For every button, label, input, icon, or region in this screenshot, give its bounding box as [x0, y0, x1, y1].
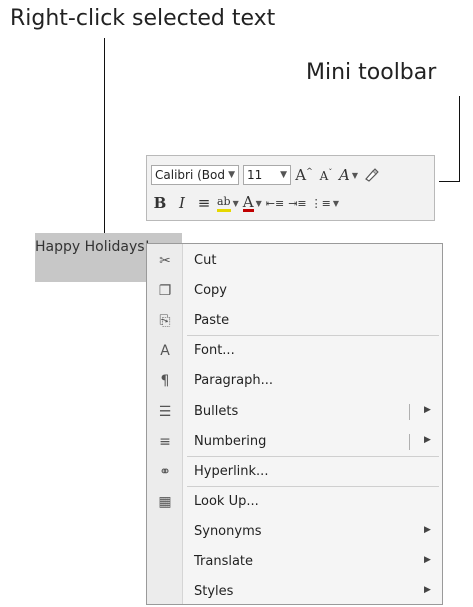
numbering-icon: ≡ — [159, 433, 171, 450]
menu-item-look-up[interactable]: ▦ Look Up... — [147, 487, 442, 517]
menu-item-label: Numbering — [194, 433, 267, 449]
menu-item-label: Styles — [194, 584, 234, 600]
bullets-button[interactable]: ⋮≡ ▼ — [311, 192, 339, 214]
chevron-down-icon[interactable]: ▼ — [277, 166, 290, 184]
menu-item-cut[interactable]: ✂ Cut — [147, 246, 442, 276]
menu-item-label: Translate — [194, 554, 254, 569]
italic-button[interactable]: I — [173, 192, 191, 214]
format-painter-button[interactable] — [362, 164, 380, 186]
submenu-arrow-icon: ▶ — [424, 434, 431, 445]
paragraph-icon: ¶ — [160, 373, 170, 390]
menu-item-label: Paste — [194, 313, 230, 329]
shrink-font-icon: Aˇ — [319, 167, 333, 183]
hyperlink-icon: ⚭ — [159, 463, 171, 480]
styles-button[interactable]: A ▼ — [339, 164, 358, 186]
callout-right-click-label: Right-click selected text — [10, 6, 276, 31]
menu-item-translate[interactable]: Translate ▶ — [147, 547, 442, 577]
menu-item-bullets[interactable]: ☰ Bullets ▶ — [147, 397, 442, 427]
scissors-icon: ✂ — [159, 253, 171, 269]
mini-toolbar-row: B I ≡ ab ▼ A ▼ ⇤≡ ⇥≡ ⋮≡ ▼ — [151, 190, 339, 216]
menu-item-label: Paragraph... — [194, 373, 273, 389]
split-divider — [409, 433, 410, 450]
font-color-button[interactable]: A ▼ — [242, 192, 262, 214]
chevron-down-icon: ▼ — [232, 198, 239, 208]
mini-toolbar-row: Calibri (Bod ▼ 11 ▼ A^ Aˇ A ▼ — [151, 162, 380, 188]
chevron-down-icon: ▼ — [255, 198, 262, 208]
menu-item-copy[interactable]: ❐ Copy — [147, 276, 442, 306]
menu-item-label: Look Up... — [194, 493, 259, 509]
font-size-value: 11 — [247, 168, 263, 182]
font-name-value: Calibri (Bod — [155, 168, 225, 182]
bold-icon: B — [153, 194, 167, 212]
menu-item-styles[interactable]: Styles ▶ — [147, 577, 442, 607]
increase-indent-icon: ⇥≡ — [288, 196, 307, 210]
callout-mini-toolbar-label: Mini toolbar — [306, 60, 437, 85]
highlight-button[interactable]: ab ▼ — [217, 192, 239, 214]
context-menu: ✂ Cut ❐ Copy ⎘ Paste A Font... ¶ Paragraph... ☰ Bul… — [146, 243, 443, 605]
copy-icon: ❐ — [158, 283, 172, 300]
bullets-icon: ⋮≡ — [310, 196, 331, 210]
selected-text[interactable]: Happy Holidays! — [35, 239, 150, 255]
menu-item-label: Synonyms — [194, 523, 262, 539]
menu-item-font[interactable]: A Font... — [147, 336, 442, 366]
callout-leader-line — [459, 96, 460, 182]
menu-item-label: Copy — [194, 283, 227, 299]
menu-item-numbering[interactable]: ≡ Numbering ▶ — [147, 427, 442, 457]
callout-leader-line — [104, 38, 105, 250]
menu-item-label: Bullets — [194, 403, 239, 419]
mini-toolbar: Calibri (Bod ▼ 11 ▼ A^ Aˇ A ▼ B I ≡ ab ▼ A… — [146, 155, 435, 221]
decrease-indent-button[interactable]: ⇤≡ — [266, 192, 284, 214]
paste-icon: ⎘ — [159, 313, 171, 330]
chevron-down-icon[interactable]: ▼ — [225, 166, 238, 184]
submenu-arrow-icon: ▶ — [424, 404, 431, 415]
look-up-icon: ▦ — [158, 493, 172, 510]
grow-font-button[interactable]: A^ — [295, 164, 313, 186]
submenu-arrow-icon: ▶ — [424, 524, 431, 535]
grow-font-icon: A^ — [295, 166, 313, 184]
callout-leader-line — [439, 181, 460, 182]
shrink-font-button[interactable]: Aˇ — [317, 164, 335, 186]
menu-item-label: Cut — [194, 253, 217, 268]
styles-icon: A — [339, 166, 350, 184]
font-icon: A — [160, 343, 170, 360]
submenu-arrow-icon: ▶ — [424, 555, 431, 565]
menu-item-paste[interactable]: ⎘ Paste — [147, 306, 442, 336]
highlight-icon: ab — [217, 195, 231, 212]
font-color-icon: A — [242, 192, 254, 212]
bold-button[interactable]: B — [151, 192, 169, 214]
center-align-icon: ≡ — [197, 194, 211, 212]
decrease-indent-icon: ⇤≡ — [265, 196, 285, 210]
menu-item-label: Hyperlink... — [194, 463, 269, 479]
font-name-combobox[interactable]: Calibri (Bod ▼ — [151, 165, 239, 185]
menu-item-label: Font... — [194, 343, 235, 359]
center-align-button[interactable]: ≡ — [195, 192, 213, 214]
font-size-combobox[interactable]: 11 ▼ — [243, 165, 291, 185]
split-divider — [409, 403, 410, 420]
increase-indent-button[interactable]: ⇥≡ — [288, 192, 306, 214]
menu-item-paragraph[interactable]: ¶ Paragraph... — [147, 366, 442, 396]
menu-item-hyperlink[interactable]: ⚭ Hyperlink... — [147, 457, 442, 487]
submenu-arrow-icon: ▶ — [424, 585, 431, 596]
italic-icon: I — [179, 194, 185, 212]
bullets-icon: ☰ — [158, 403, 172, 420]
menu-item-synonyms[interactable]: Synonyms ▶ — [147, 517, 442, 547]
format-painter-icon — [365, 168, 379, 182]
chevron-down-icon: ▼ — [351, 170, 358, 180]
chevron-down-icon: ▼ — [332, 198, 340, 208]
